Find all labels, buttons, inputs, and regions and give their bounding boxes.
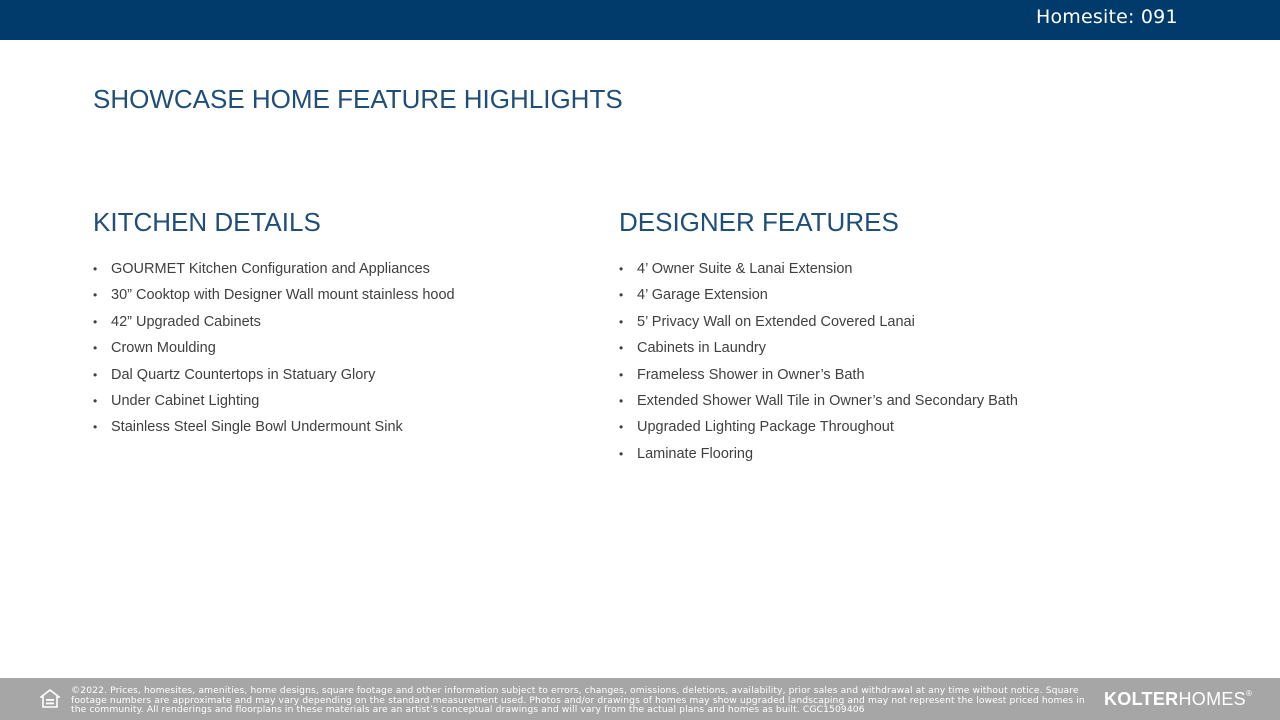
- list-item: • Cabinets in Laundry: [619, 340, 1219, 366]
- list-item-text: Dal Quartz Countertops in Statuary Glory: [111, 366, 376, 383]
- list-item: • 42” Upgraded Cabinets: [93, 314, 573, 340]
- list-item-text: Under Cabinet Lighting: [111, 392, 260, 409]
- bullet-icon: •: [619, 420, 624, 435]
- list-item: • 30” Cooktop with Designer Wall mount st…: [93, 287, 573, 313]
- kitchen-details-list: • GOURMET Kitchen Configuration and Appli…: [93, 261, 573, 446]
- list-item: • Crown Moulding: [93, 340, 573, 366]
- list-item: • Under Cabinet Lighting: [93, 393, 573, 419]
- kitchen-details-heading: KITCHEN DETAILS: [93, 207, 321, 237]
- bullet-icon: •: [93, 393, 98, 408]
- bullet-icon: •: [619, 288, 624, 303]
- logo-text-bold: KOLTER: [1104, 689, 1179, 709]
- list-item-text: Extended Shower Wall Tile in Owner’s and…: [637, 392, 1018, 409]
- bullet-icon: •: [93, 288, 98, 303]
- bullet-icon: •: [93, 420, 98, 435]
- list-item-text: Upgraded Lighting Package Throughout: [637, 419, 894, 436]
- list-item-text: GOURMET Kitchen Configuration and Applia…: [111, 261, 430, 277]
- list-item: • Frameless Shower in Owner’s Bath: [619, 367, 1219, 393]
- bullet-icon: •: [619, 446, 624, 461]
- bullet-icon: •: [619, 367, 624, 382]
- bullet-icon: •: [619, 262, 624, 276]
- designer-features-list: • 4’ Owner Suite & Lanai Extension • 4’ Ga…: [619, 261, 1219, 472]
- list-item-text: 42” Upgraded Cabinets: [111, 313, 261, 330]
- list-item: • GOURMET Kitchen Configuration and Appli…: [93, 261, 573, 287]
- list-item-text: Cabinets in Laundry: [637, 340, 766, 357]
- page-title: SHOWCASE HOME FEATURE HIGHLIGHTS: [93, 84, 623, 114]
- registered-mark: ®: [1245, 689, 1253, 698]
- kolter-homes-logo: KOLTERHOMES®: [1104, 689, 1252, 710]
- equal-housing-opportunity-icon: [40, 689, 60, 708]
- list-item-text: Laminate Flooring: [637, 445, 754, 462]
- kitchen-details-section: KITCHEN DETAILS • GOURMET Kitchen Configu…: [93, 205, 573, 446]
- list-item-text: 5’ Privacy Wall on Extended Covered Lana…: [637, 313, 915, 330]
- designer-features-section: DESIGNER FEATURES • 4’ Owner Suite & Lana…: [619, 205, 1219, 472]
- list-item: • 4’ Owner Suite & Lanai Extension: [619, 261, 1219, 287]
- list-item-text: 30” Cooktop with Designer Wall mount sta…: [111, 287, 455, 304]
- bullet-icon: •: [93, 314, 98, 329]
- list-item-text: Frameless Shower in Owner’s Bath: [637, 366, 865, 383]
- list-item-text: 4’ Owner Suite & Lanai Extension: [637, 261, 853, 277]
- list-item: • 4’ Garage Extension: [619, 287, 1219, 313]
- footer-bar: ©2022. Prices, homesites, amenities, hom…: [0, 678, 1280, 720]
- list-item-text: Crown Moulding: [111, 340, 216, 357]
- list-item: • Laminate Flooring: [619, 446, 1219, 472]
- list-item: • Upgraded Lighting Package Throughout: [619, 419, 1219, 445]
- bullet-icon: •: [93, 262, 98, 276]
- list-item: • 5’ Privacy Wall on Extended Covered Lan…: [619, 314, 1219, 340]
- designer-features-heading: DESIGNER FEATURES: [619, 207, 899, 237]
- homesite-label: Homesite: 091: [1036, 6, 1178, 28]
- list-item-text: 4’ Garage Extension: [637, 287, 768, 304]
- list-item: • Extended Shower Wall Tile in Owner’s an…: [619, 393, 1219, 419]
- bullet-icon: •: [93, 367, 98, 382]
- header-bar: Homesite: 091: [0, 0, 1280, 40]
- bullet-icon: •: [619, 341, 624, 356]
- list-item: • Stainless Steel Single Bowl Undermount …: [93, 419, 573, 445]
- logo-text-light: HOMES: [1178, 689, 1246, 709]
- bullet-icon: •: [93, 341, 98, 356]
- bullet-icon: •: [619, 314, 624, 329]
- list-item-text: Stainless Steel Single Bowl Undermount S…: [111, 419, 403, 436]
- list-item: • Dal Quartz Countertops in Statuary Glor…: [93, 367, 573, 393]
- bullet-icon: •: [619, 393, 624, 408]
- legal-disclaimer: ©2022. Prices, homesites, amenities, hom…: [71, 685, 1085, 715]
